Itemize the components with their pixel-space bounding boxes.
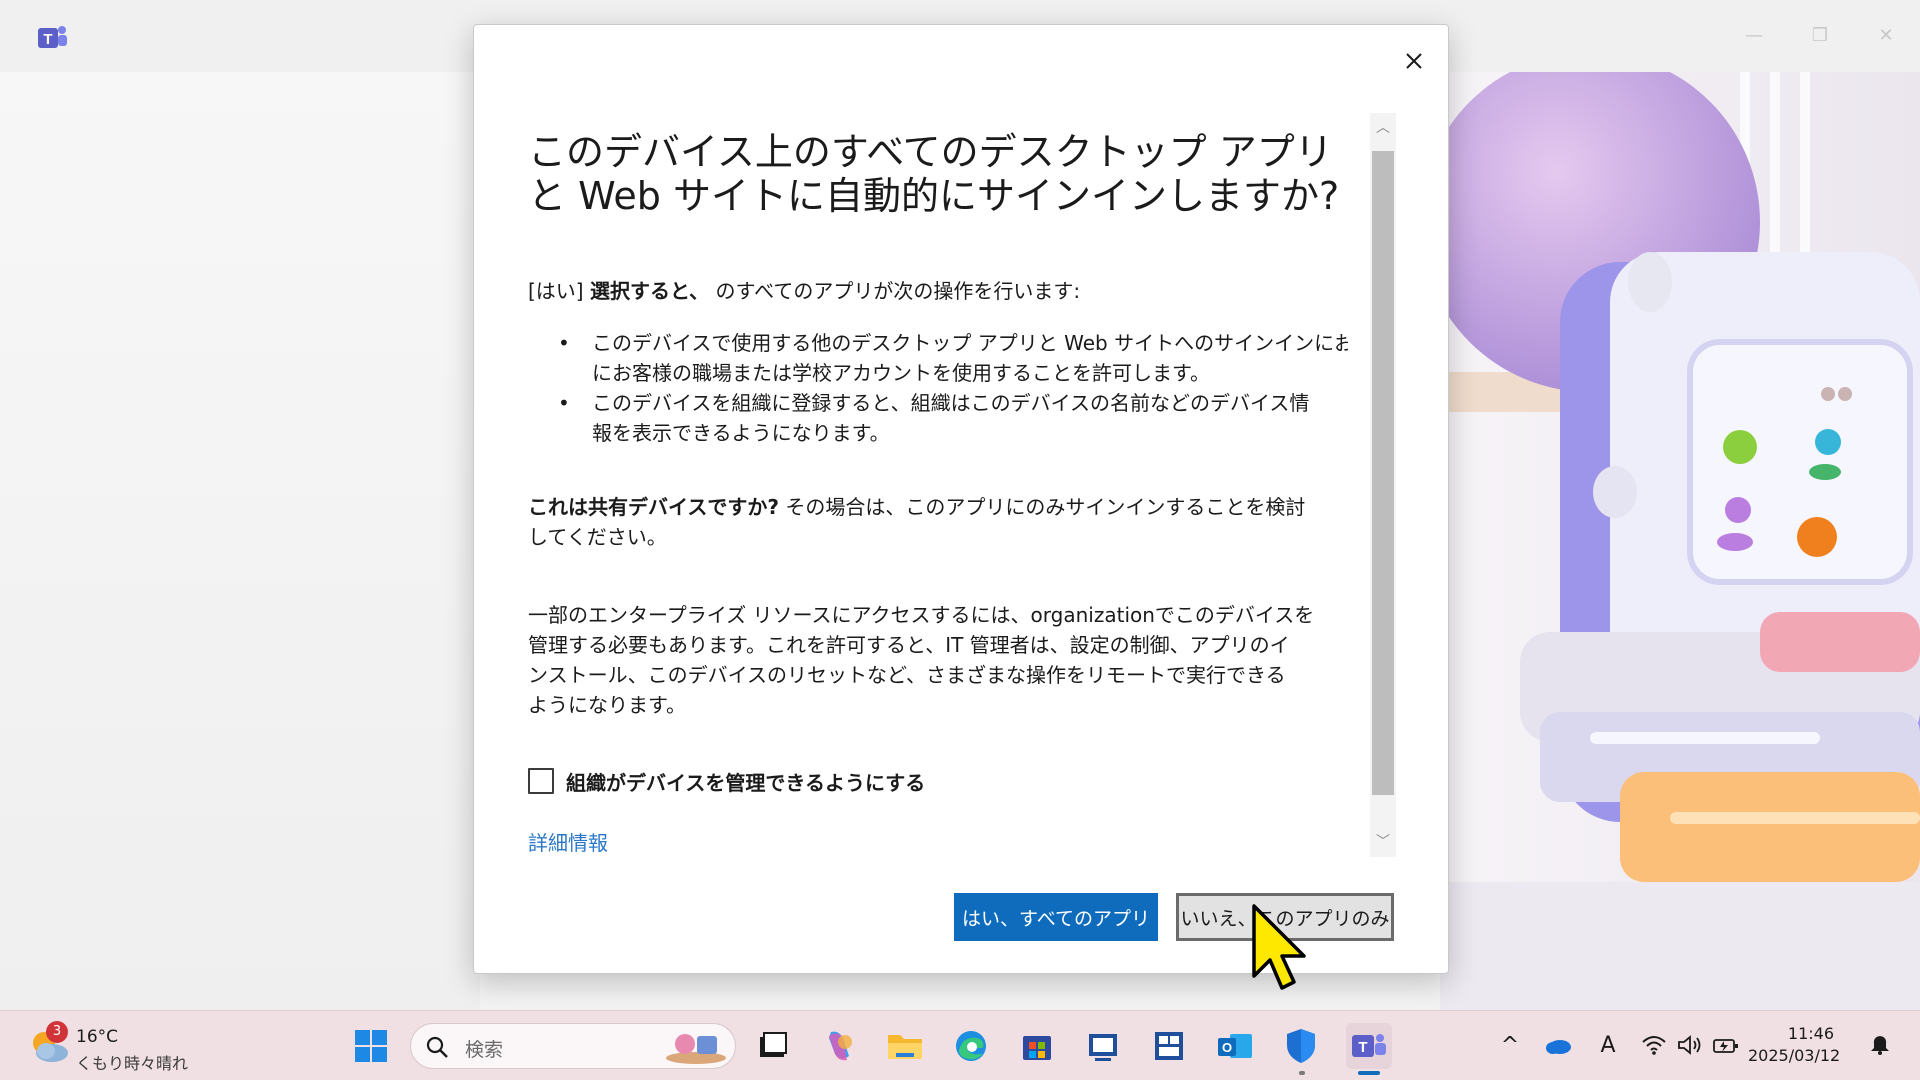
wifi-icon[interactable] <box>1638 1029 1670 1061</box>
shared-bold: これは共有デバイスですか? <box>528 495 780 519</box>
start-button[interactable] <box>348 1023 394 1069</box>
volume-icon[interactable] <box>1674 1029 1706 1061</box>
search-highlight-illustration-icon <box>666 1034 726 1064</box>
maximize-button[interactable]: ❐ <box>1804 20 1836 52</box>
close-icon[interactable] <box>1398 45 1430 77</box>
intro-text: [はい] 選択すると、 のすべてのアプリが次の操作を行います: <box>528 276 1348 306</box>
dialog-content: このデバイス上のすべてのデスクトップ アプリと Web サイトに自動的にサインイ… <box>528 130 1348 830</box>
dialog-title: このデバイス上のすべてのデスクトップ アプリと Web サイトに自動的にサインイ… <box>528 130 1340 218</box>
search-placeholder: 検索 <box>465 1039 504 1061</box>
consequence-list: このデバイスで使用する他のデスクトップ アプリと Web サイトへのサインインに… <box>558 328 1348 448</box>
teams-logo-icon: T <box>38 26 67 48</box>
cloud-icon <box>1546 1040 1571 1054</box>
shared-device-paragraph: これは共有デバイスですか? その場合は、このアプリにのみサインインすることを検討… <box>528 492 1348 552</box>
desktop: T — ❐ ✕ このデバイス上のすべてのデスクトップ アプリと Web サイトに… <box>0 0 1920 1080</box>
windows-logo-icon <box>355 1030 387 1062</box>
clock[interactable]: 11:46 2025/03/12 <box>1748 1023 1878 1067</box>
shared-line: してください。 <box>528 525 667 549</box>
windows-security-button[interactable] <box>1278 1023 1324 1069</box>
svg-text:T: T <box>1358 1039 1367 1056</box>
clock-time: 11:46 <box>1787 1024 1834 1043</box>
manage-device-checkbox[interactable] <box>528 768 554 794</box>
search-icon <box>426 1036 448 1058</box>
active-app-indicator <box>1358 1071 1380 1075</box>
remote-desktop-button[interactable] <box>1080 1023 1126 1069</box>
yes-all-apps-button[interactable]: はい、すべてのアプリ <box>954 893 1158 941</box>
enterprise-line: 管理する必要もあります。これを許可すると、IT 管理者は、設定の制御、アプリのイ <box>528 633 1290 657</box>
ime-mode-indicator[interactable]: A <box>1592 1029 1624 1061</box>
sign-in-everywhere-dialog: このデバイス上のすべてのデスクトップ アプリと Web サイトに自動的にサインイ… <box>473 24 1449 974</box>
manage-device-option[interactable]: 組織がデバイスを管理できるようにする <box>528 765 925 797</box>
enterprise-paragraph: 一部のエンタープライズ リソースにアクセスするには、organizationでこ… <box>528 600 1348 720</box>
bullet-line: 報を表示できるようになります。 <box>592 421 890 445</box>
taskbar-search-box[interactable]: 検索 <box>410 1023 736 1069</box>
battery-charging-icon <box>1713 1039 1738 1053</box>
manage-device-label[interactable]: 組織がデバイスを管理できるようにする <box>566 767 925 796</box>
weather-temperature: 16°C <box>76 1027 119 1047</box>
windows-security-icon <box>1287 1029 1315 1063</box>
bell-icon <box>1871 1036 1889 1055</box>
weather-widget[interactable]: 3 16°C くもり時々晴れ <box>28 1019 208 1073</box>
svg-text:O: O <box>1222 1040 1232 1055</box>
widgets-board-icon <box>1155 1032 1183 1060</box>
intro-suffix: のすべてのアプリが次の操作を行います: <box>715 279 1081 303</box>
more-info-link[interactable]: 詳細情報 <box>528 827 608 856</box>
svg-text:T: T <box>43 31 52 48</box>
list-item: このデバイスで使用する他のデスクトップ アプリと Web サイトへのサインインに… <box>558 328 1348 388</box>
taskbar: 3 16°C くもり時々晴れ 検索 O T ^ A 11:46 2025/03/… <box>0 1010 1920 1080</box>
weather-description: くもり時々晴れ <box>76 1054 189 1073</box>
enterprise-line: ようになります。 <box>528 693 686 717</box>
microsoft-store-button[interactable] <box>1014 1023 1060 1069</box>
intro-prefix: [はい] <box>528 279 584 303</box>
enterprise-line: 一部のエンタープライズ リソースにアクセスするには、organizationでこ… <box>528 603 1315 627</box>
edge-icon <box>956 1031 986 1061</box>
copilot-icon <box>829 1031 852 1061</box>
shared-line: その場合は、このアプリにのみサインインすることを検討 <box>785 495 1306 519</box>
outlook-button[interactable]: O <box>1212 1023 1258 1069</box>
window-close-button[interactable]: ✕ <box>1870 20 1902 52</box>
bullet-line: にお客様の職場または学校アカウントを使用することを許可します。 <box>592 361 1210 385</box>
running-indicator <box>1299 1071 1305 1075</box>
mouse-pointer-icon <box>1252 904 1306 990</box>
enterprise-line: ンストール、このデバイスのリセットなど、さまざまな操作をリモートで実行できる <box>528 663 1286 687</box>
notification-bell-icon[interactable] <box>1864 1029 1896 1061</box>
weather-alert-badge: 3 <box>46 1021 68 1043</box>
scroll-thumb[interactable] <box>1372 151 1394 795</box>
outlook-icon: O <box>1218 1034 1252 1058</box>
file-explorer-icon <box>888 1035 922 1059</box>
dialog-scrollbar[interactable]: ︿ ﹀ <box>1370 113 1396 857</box>
teams-icon: T <box>1352 1034 1386 1057</box>
clock-date: 2025/03/12 <box>1748 1046 1841 1065</box>
edge-button[interactable] <box>948 1023 994 1069</box>
microsoft-store-icon <box>1023 1036 1051 1060</box>
bullet-line: このデバイスを組織に登録すると、組織はこのデバイスの名前などのデバイス情 <box>592 391 1310 415</box>
illustration-art <box>1440 72 1920 1010</box>
speaker-icon <box>1678 1035 1701 1055</box>
task-view-button[interactable] <box>750 1023 796 1069</box>
scroll-down-arrow-icon[interactable]: ﹀ <box>1370 827 1396 857</box>
remote-desktop-icon <box>1089 1034 1117 1061</box>
teams-taskbar-button[interactable]: T <box>1346 1023 1392 1069</box>
battery-icon[interactable] <box>1710 1029 1742 1061</box>
file-explorer-button[interactable] <box>882 1023 928 1069</box>
list-item: このデバイスを組織に登録すると、組織はこのデバイスの名前などのデバイス情 報を表… <box>558 388 1348 448</box>
task-view-icon <box>760 1032 787 1057</box>
widgets-board-button[interactable] <box>1146 1023 1192 1069</box>
intro-bold: 選択すると、 <box>589 279 710 303</box>
show-hidden-icons-button[interactable]: ^ <box>1494 1029 1526 1061</box>
bullet-line: このデバイスで使用する他のデスクトップ アプリと Web サイトへのサインインに… <box>592 331 1348 355</box>
hero-illustration <box>1440 72 1920 1010</box>
onedrive-icon[interactable] <box>1542 1029 1574 1061</box>
scroll-up-arrow-icon[interactable]: ︿ <box>1370 113 1396 143</box>
minimize-button[interactable]: — <box>1738 20 1770 52</box>
app-left-pane <box>0 72 480 1010</box>
copilot-button[interactable] <box>816 1023 862 1069</box>
wifi-signal-icon <box>1642 1036 1666 1055</box>
